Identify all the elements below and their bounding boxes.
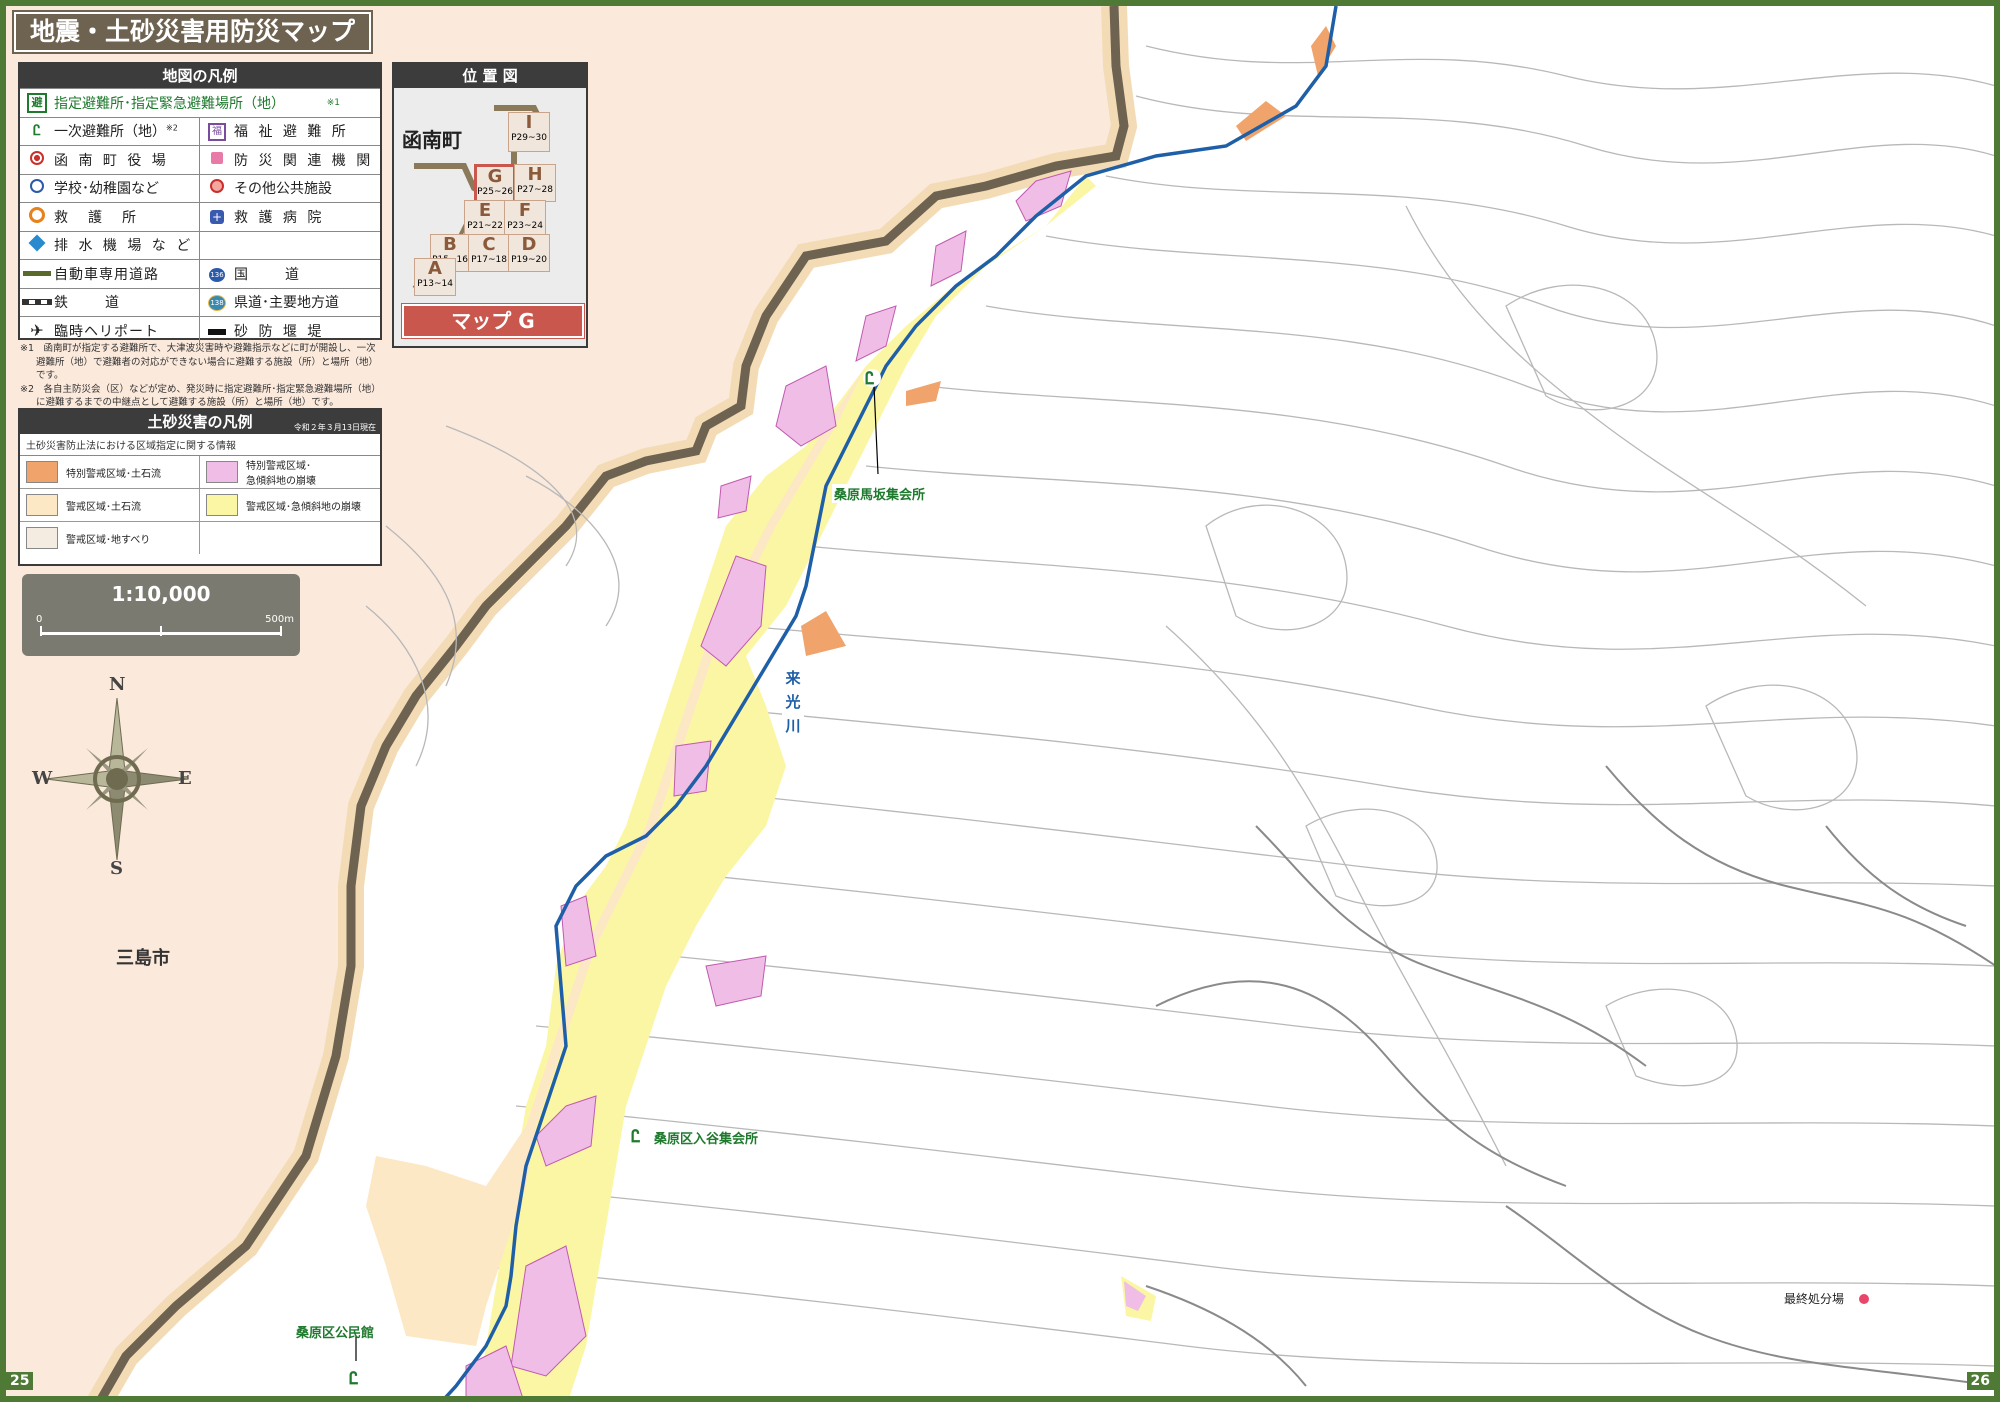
hospital-cross-icon: + xyxy=(210,209,224,224)
city-label: 三島市 xyxy=(116,948,170,969)
svg-text:Ꮭ: Ꮭ xyxy=(349,1369,359,1389)
facility-marker xyxy=(1857,1292,1871,1306)
locator-map-panel: 位 置 図 函南町 I P29~30 G P25~26 H P27~28 E P… xyxy=(392,62,588,348)
hazard-zone-pink-2 xyxy=(930,230,967,287)
page-number-right: 26 xyxy=(1966,1372,1994,1390)
map-legend-panel: 地図の凡例 避 指定避難所･指定緊急避難場所（地） ※1 Ꮭ 一次避難所（地）※2… xyxy=(18,62,382,345)
legend-special-debris-flow: 特別警戒区域･土石流 xyxy=(20,456,200,489)
legend-empty-cell xyxy=(200,230,380,260)
locator-cell-D[interactable]: D P19~20 xyxy=(508,234,550,272)
legend-footnotes: ※1 函南町が指定する避難所で、大津波災害時や避難指示などに町が開設し、一次 避… xyxy=(20,343,381,408)
hazard-zone-orange-1 xyxy=(801,611,846,656)
legend-special-steep-slope: 特別警戒区域･ 急傾斜地の崩壊 xyxy=(200,456,380,489)
public-facility-icon xyxy=(200,179,234,197)
legend-primary-shelter: Ꮭ 一次避難所（地）※2 xyxy=(20,116,200,145)
legend-heliport: ✈ 臨時ヘリポート xyxy=(20,316,200,345)
page-number-left: 25 xyxy=(6,1372,34,1390)
prefectural-road-icon: 138 xyxy=(200,293,234,312)
sediment-legend-header: 土砂災害の凡例 令和２年３月13日現在 xyxy=(20,410,380,434)
expressway-line-icon xyxy=(20,266,54,282)
legend-public-facility: その他公共施設 xyxy=(200,173,380,203)
shelter-marker-3: Ꮭ xyxy=(347,1369,365,1389)
disaster-agency-icon xyxy=(200,151,234,168)
hazard-zone-pink-9 xyxy=(705,955,767,1007)
scale-ratio: 1:10,000 xyxy=(111,582,211,606)
legend-disaster-agency: 防 災 関 連 機 関 xyxy=(200,145,380,174)
national-road-icon: 136 xyxy=(200,265,234,283)
legend-aid-station: 救 護 所 xyxy=(20,202,200,231)
town-hall-icon xyxy=(20,150,54,169)
locator-cell-H[interactable]: H P27~28 xyxy=(514,164,556,202)
legend-national-road: 136 国 道 xyxy=(200,259,380,288)
compass-north: N xyxy=(109,674,126,695)
legend-sabo-dam: 砂 防 堰 堤 xyxy=(200,316,380,345)
railway-line-icon xyxy=(20,294,54,310)
river-label: 来 光 川 xyxy=(782,666,804,738)
svg-text:Ꮭ: Ꮭ xyxy=(865,369,875,389)
compass-south: S xyxy=(110,858,123,879)
page-title: 地震・土砂災害用防災マップ xyxy=(14,12,372,52)
scale-bar: 1:10,000 0 500m xyxy=(22,574,300,656)
facility-label-disposal-site[interactable]: 最終処分場 xyxy=(1784,1290,1844,1307)
legend-warning-steep-slope: 警戒区域･急傾斜地の崩壊 xyxy=(200,489,380,522)
compass-rose: N S W E xyxy=(32,674,198,880)
svg-text:Ꮭ: Ꮭ xyxy=(631,1127,641,1147)
welfare-shelter-icon: 福 xyxy=(200,122,234,141)
shelter-label-kuwabara-masaka[interactable]: 桑原馬坂集会所 xyxy=(832,484,928,503)
compass-east: E xyxy=(178,768,192,789)
sediment-legend-grid: 特別警戒区域･土石流 特別警戒区域･ 急傾斜地の崩壊 警戒区域･土石流 警戒区域… xyxy=(20,456,380,554)
legend-school: 学校･幼稚園など xyxy=(20,173,200,202)
legend-warning-debris-flow: 警戒区域･土石流 xyxy=(20,489,200,522)
locator-cell-I[interactable]: I P29~30 xyxy=(508,112,550,152)
legend-prefectural-road: 138 県道･主要地方道 xyxy=(200,287,380,317)
hazard-zone-orange-2 xyxy=(906,381,941,406)
sabo-dam-icon xyxy=(200,323,234,339)
shelter-marker-2: Ꮭ xyxy=(629,1127,647,1147)
shelter-label-kuwabara-community-hall[interactable]: 桑原区公民館 xyxy=(296,1322,374,1341)
locator-header: 位 置 図 xyxy=(394,64,586,88)
locator-cell-F[interactable]: F P23~24 xyxy=(504,200,546,238)
legend-welfare-shelter: 福福 祉 避 難 所 xyxy=(200,116,380,146)
legend-grid: Ꮭ 一次避難所（地）※2 福福 祉 避 難 所 函 南 町 役 場 防 災 関 連… xyxy=(20,116,380,345)
map-page-frame: Ꮭ Ꮭ Ꮭ 地震・土砂災害用防災マップ 地図の凡例 避 指定避難所･指定緊急避難… xyxy=(0,0,2000,1402)
school-icon xyxy=(20,179,54,197)
locator-cell-A[interactable]: A P13~14 xyxy=(414,258,456,296)
legend-pump-station: 排 水 機 場 な ど xyxy=(20,230,200,259)
compass-west: W xyxy=(32,768,53,789)
designated-shelter-icon: 避 xyxy=(20,92,54,113)
legend-row-designated-shelter: 避 指定避難所･指定緊急避難場所（地） ※1 xyxy=(20,88,380,117)
locator-map-name: マップ G xyxy=(402,304,584,338)
map-legend-header: 地図の凡例 xyxy=(20,64,380,88)
legend-town-hall: 函 南 町 役 場 xyxy=(20,145,200,174)
legend-railway: 鉄 道 xyxy=(20,287,200,316)
locator-cell-E[interactable]: E P21~22 xyxy=(464,200,506,238)
aid-station-icon xyxy=(20,206,54,227)
pump-station-icon xyxy=(20,234,54,253)
sediment-legend-panel: 土砂災害の凡例 令和２年３月13日現在 土砂災害防止法における区域指定に関する情… xyxy=(18,408,382,566)
locator-cell-C[interactable]: C P17~18 xyxy=(468,234,510,272)
primary-shelter-icon: Ꮭ xyxy=(33,123,41,140)
shelter-label-kuwabara-iriya[interactable]: 桑原区入谷集会所 xyxy=(654,1128,758,1147)
compass-icon xyxy=(45,697,189,861)
road-network xyxy=(1145,765,1994,1387)
helicopter-icon: ✈ xyxy=(30,321,44,341)
legend-warning-landslide: 警戒区域･地すべり xyxy=(20,522,200,554)
legend-expressway: 自動車専用道路 xyxy=(20,259,200,288)
legend-aid-hospital: + 救 護 病 院 xyxy=(200,202,380,231)
